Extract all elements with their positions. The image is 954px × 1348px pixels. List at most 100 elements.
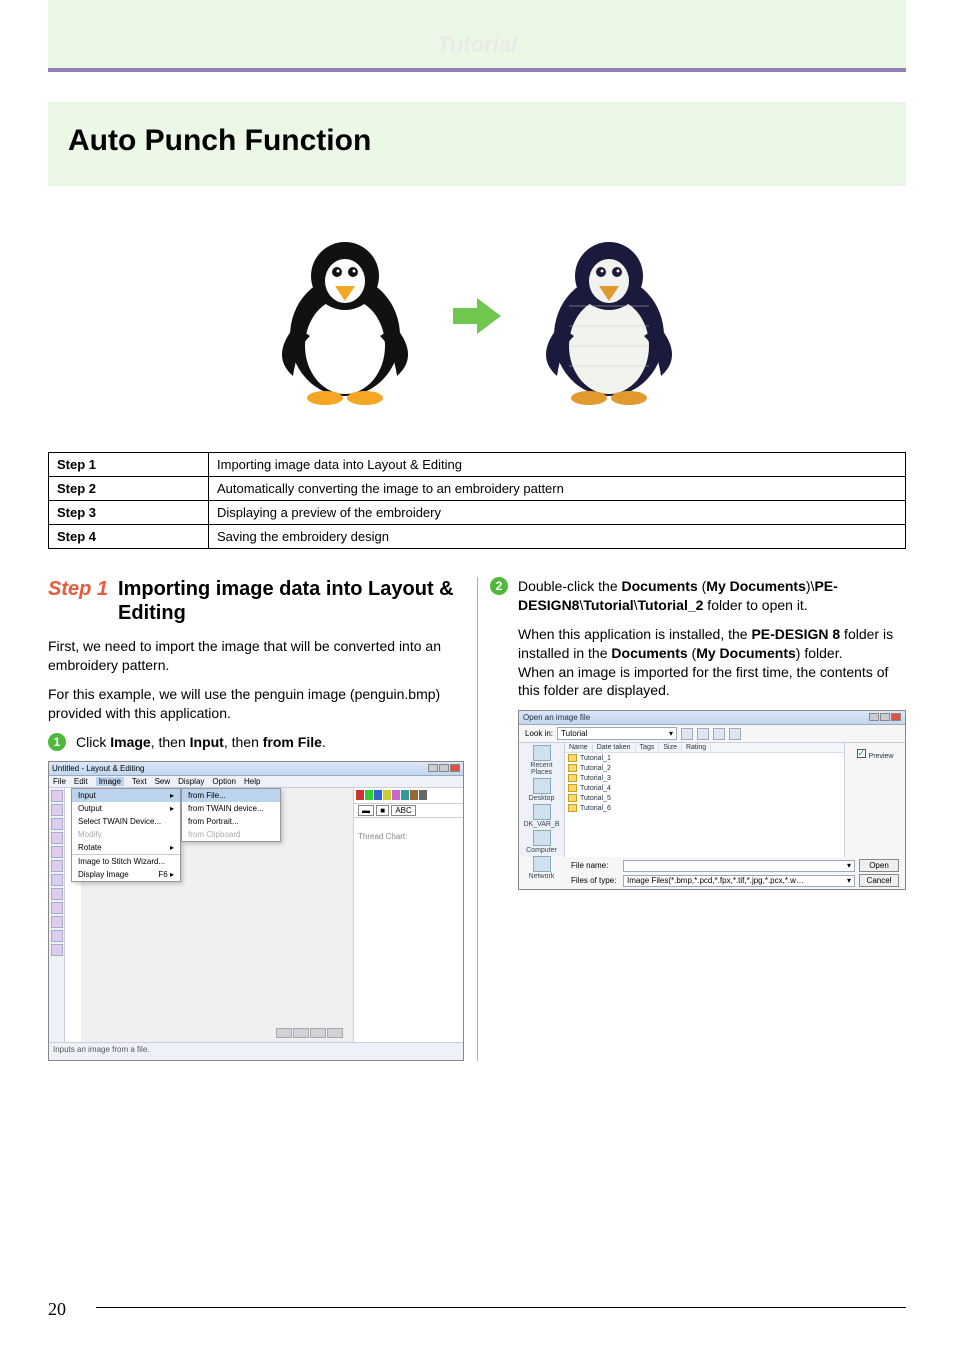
txt: (	[698, 578, 707, 594]
folder-row[interactable]: Tutorial_6	[565, 803, 844, 813]
submenu-from-file[interactable]: from File...	[182, 789, 280, 802]
txt: ) folder.	[796, 645, 843, 661]
mode-buttons[interactable]: ▬ ■ ABC	[354, 804, 463, 818]
menu-sew[interactable]: Sew	[155, 777, 171, 786]
menu-text[interactable]: Text	[132, 777, 147, 786]
page-title: Auto Punch Function	[68, 124, 886, 158]
menu-item-wizard[interactable]: Image to Stitch Wizard...	[72, 854, 180, 868]
tool-icon[interactable]	[51, 846, 63, 858]
col-rating[interactable]: Rating	[682, 743, 711, 752]
menu-help[interactable]: Help	[244, 777, 260, 786]
col-tags[interactable]: Tags	[636, 743, 660, 752]
col-size[interactable]: Size	[659, 743, 682, 752]
menu-item-display-image[interactable]: Display ImageF6 ▸	[72, 868, 180, 881]
file-list[interactable]: Name Date taken Tags Size Rating Tutoria…	[565, 743, 845, 857]
tool-icon[interactable]	[51, 916, 63, 928]
filename-field[interactable]: ▾	[623, 860, 855, 872]
input-submenu[interactable]: from File... from TWAIN device... from P…	[181, 788, 281, 842]
image-menu-dropdown[interactable]: Input▸ Output▸ Select TWAIN Device... Mo…	[71, 788, 181, 882]
txt-bold: Input	[190, 734, 224, 750]
menu-item-twain[interactable]: Select TWAIN Device...	[72, 815, 180, 828]
menubar[interactable]: File Edit Image Text Sew Display Option …	[49, 776, 463, 788]
menu-item-input[interactable]: Input▸	[72, 789, 180, 802]
zoom-icon[interactable]	[276, 1028, 292, 1038]
maximize-icon[interactable]	[880, 713, 890, 721]
swatch-icon[interactable]	[365, 790, 373, 800]
folder-row[interactable]: Tutorial_4	[565, 783, 844, 793]
tool-icon[interactable]	[51, 832, 63, 844]
chevron-down-icon[interactable]: ▾	[669, 729, 673, 738]
new-folder-icon[interactable]	[713, 728, 725, 740]
cancel-button[interactable]: Cancel	[859, 874, 899, 887]
submenu-from-twain[interactable]: from TWAIN device...	[182, 802, 280, 815]
mode-solid-icon[interactable]: ▬	[358, 805, 374, 816]
dialog-titlebar: Open an image file	[519, 711, 905, 725]
swatch-icon[interactable]	[410, 790, 418, 800]
tool-icon[interactable]	[51, 930, 63, 942]
submenu-from-portrait[interactable]: from Portrait...	[182, 815, 280, 828]
header-band: Tutorial	[48, 0, 906, 72]
step-desc: Importing image data into Layout & Editi…	[209, 453, 906, 477]
menu-file[interactable]: File	[53, 777, 66, 786]
place-desktop[interactable]: Desktop	[521, 778, 562, 802]
preview-checkbox[interactable]	[857, 749, 866, 758]
place-computer[interactable]: Computer	[521, 830, 562, 854]
tool-icon[interactable]	[51, 944, 63, 956]
tool-icon[interactable]	[51, 874, 63, 886]
swatch-icon[interactable]	[374, 790, 382, 800]
zoom-controls[interactable]	[276, 1028, 343, 1038]
menu-display[interactable]: Display	[178, 777, 204, 786]
chevron-down-icon[interactable]: ▾	[847, 861, 851, 870]
menu-edit[interactable]: Edit	[74, 777, 88, 786]
mode-abc[interactable]: ABC	[391, 805, 415, 816]
tool-icon[interactable]	[51, 790, 63, 802]
tool-icon[interactable]	[51, 902, 63, 914]
folder-row[interactable]: Tutorial_3	[565, 773, 844, 783]
views-icon[interactable]	[729, 728, 741, 740]
folder-row[interactable]: Tutorial_1	[565, 753, 844, 763]
folder-row[interactable]: Tutorial_2	[565, 763, 844, 773]
swatch-icon[interactable]	[419, 790, 427, 800]
close-icon[interactable]	[450, 764, 460, 772]
swatch-icon[interactable]	[383, 790, 391, 800]
tool-icon[interactable]	[51, 860, 63, 872]
file-list-columns[interactable]: Name Date taken Tags Size Rating	[565, 743, 844, 753]
place-recent[interactable]: Recent Places	[521, 745, 562, 776]
menu-image[interactable]: Image	[96, 777, 124, 786]
left-toolbar[interactable]	[49, 788, 65, 1042]
txt-bold: My Documents	[706, 578, 806, 594]
back-icon[interactable]	[681, 728, 693, 740]
chevron-down-icon[interactable]: ▾	[847, 876, 851, 885]
folder-icon	[568, 804, 577, 812]
zoom-icon[interactable]	[293, 1028, 309, 1038]
places-bar[interactable]: Recent Places Desktop DK_VAR_B Computer …	[519, 743, 565, 857]
folder-row[interactable]: Tutorial_5	[565, 793, 844, 803]
tool-icon[interactable]	[51, 804, 63, 816]
lookin-field[interactable]: Tutorial▾	[557, 727, 677, 740]
close-icon[interactable]	[891, 713, 901, 721]
minimize-icon[interactable]	[428, 764, 438, 772]
maximize-icon[interactable]	[439, 764, 449, 772]
tool-icon[interactable]	[51, 888, 63, 900]
open-button[interactable]: Open	[859, 859, 899, 872]
place-dkvar[interactable]: DK_VAR_B	[521, 804, 562, 828]
swatch-icon[interactable]	[356, 790, 364, 800]
col-name[interactable]: Name	[565, 743, 593, 752]
tool-icon[interactable]	[51, 818, 63, 830]
up-icon[interactable]	[697, 728, 709, 740]
mode-fill-icon[interactable]: ■	[376, 805, 389, 816]
swatch-icon[interactable]	[401, 790, 409, 800]
zoom-icon[interactable]	[310, 1028, 326, 1038]
menu-item-rotate[interactable]: Rotate▸	[72, 841, 180, 854]
txt: Click	[76, 734, 110, 750]
swatch-icon[interactable]	[392, 790, 400, 800]
filetype-field[interactable]: Image Files(*.bmp,*.pcd,*.fpx,*.tif,*.jp…	[623, 875, 855, 887]
folder-name: Tutorial_5	[580, 795, 611, 802]
menu-option[interactable]: Option	[212, 777, 236, 786]
color-swatches[interactable]	[354, 788, 463, 804]
menu-item-output[interactable]: Output▸	[72, 802, 180, 815]
minimize-icon[interactable]	[869, 713, 879, 721]
col-date[interactable]: Date taken	[593, 743, 636, 752]
zoom-icon[interactable]	[327, 1028, 343, 1038]
place-network[interactable]: Network	[521, 856, 562, 880]
